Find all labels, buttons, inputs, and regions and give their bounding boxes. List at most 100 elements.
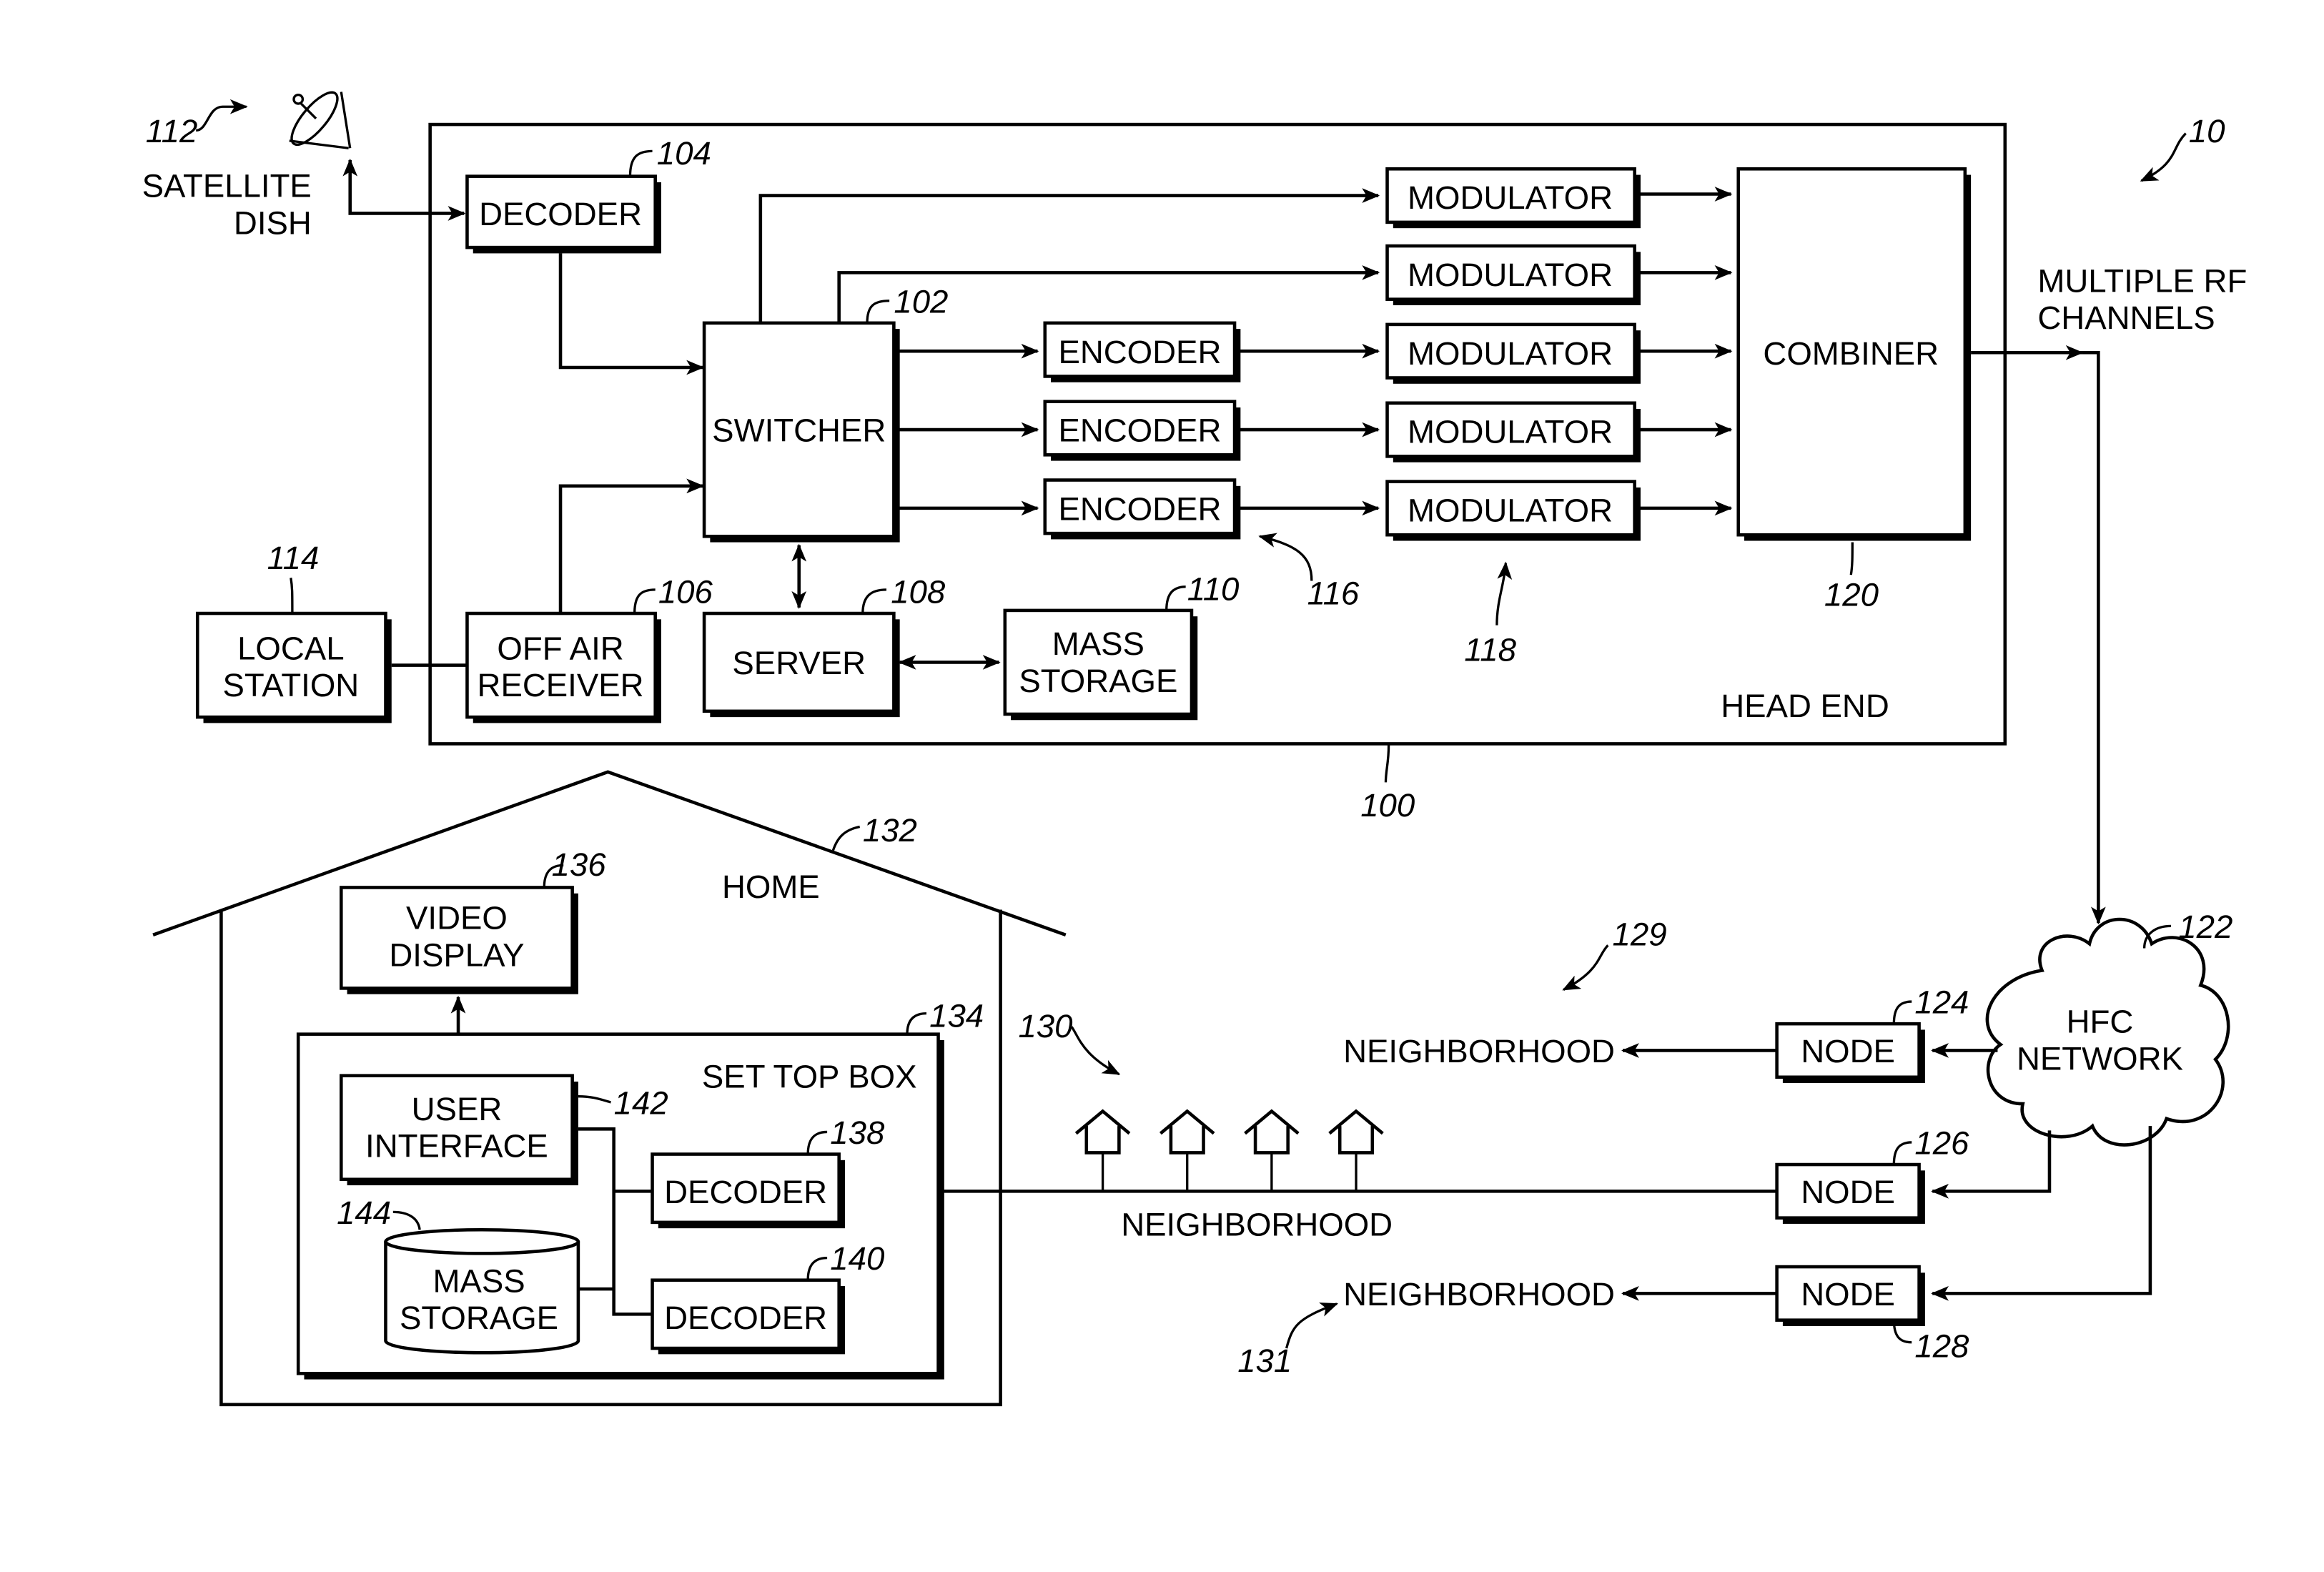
neighborhood-129: NEIGHBORHOOD 129 [1343,916,1777,1069]
hfc-network: HFC NETWORK 122 [1985,909,2232,1147]
decoder-ref: 140 [830,1240,884,1277]
mass-storage-ref: 110 [1187,570,1240,607]
home-label: HOME [722,869,820,905]
neighborhood-130: 130 NEIGHBORHOOD [1018,1008,1393,1243]
decoder-label: DECODER [479,196,642,232]
node-label: NODE [1801,1276,1895,1313]
modulator-label: MODULATOR [1408,493,1613,529]
encoder: ENCODER [1043,321,1241,382]
modulator: MODULATOR [1385,401,1641,463]
server-label: SERVER [732,645,866,681]
mass-storage-line1: MASS [1052,626,1144,662]
video-display-ref: 136 [552,846,607,883]
hfc-network-ref: 122 [2178,909,2232,945]
server-ref: 108 [891,574,946,610]
satellite-dish-line1: SATELLITE [142,168,312,204]
mass-storage-line2: STORAGE [400,1300,558,1336]
node-124: NODE 124 [1775,984,1969,1084]
modulator-label: MODULATOR [1408,335,1613,372]
modulator: MODULATOR [1385,480,1641,541]
rf-to-hfc-connector [2082,350,2106,925]
home-ref: 132 [863,812,917,849]
user-interface-ref: 142 [614,1085,668,1122]
house-icon [1159,1109,1215,1192]
encoder: ENCODER [1043,400,1241,461]
local-station: LOCAL STATION 114 [195,540,392,723]
encoder: ENCODER [1043,478,1241,540]
modulator-group-ref: 118 [1464,631,1516,668]
node-ref: 124 [1914,984,1969,1021]
modulator: MODULATOR [1385,322,1641,384]
modulator: MODULATOR [1385,167,1641,229]
neighborhood-label: NEIGHBORHOOD [1121,1207,1393,1243]
satellite-dish: 112 SATELLITE DISH [142,91,466,241]
home-roof [152,770,1067,936]
leader-arrow-icon [1562,944,1609,991]
neighborhood-ref: 131 [1237,1343,1292,1379]
decoder-label: DECODER [664,1300,827,1336]
set-top-box-ref: 134 [929,997,984,1034]
combiner-ref: 120 [1824,577,1879,613]
neighborhood-label: NEIGHBORHOOD [1343,1033,1615,1069]
neighborhood-ref: 130 [1018,1008,1072,1044]
rf-output-line1: MULTIPLE RF [2037,262,2247,299]
video-display-line2: DISPLAY [389,936,524,973]
satellite-dish-line2: DISH [234,204,312,241]
modulator-label: MODULATOR [1408,179,1613,216]
encoder-group-ref: 116 [1307,575,1360,612]
switcher-label: SWITCHER [712,412,886,449]
hfc-network-line1: HFC [2067,1004,2134,1040]
local-station-ref: 114 [267,540,320,576]
modulator: MODULATOR [1385,244,1641,305]
decoder-ref: 138 [830,1114,885,1151]
leader-line [290,578,294,614]
neighborhood-label: NEIGHBORHOOD [1343,1276,1615,1313]
rf-output-line2: CHANNELS [2037,300,2215,336]
leader-arrow-icon [1070,1026,1121,1076]
head-end-ref: 100 [1360,787,1415,824]
modulator-label: MODULATOR [1408,257,1613,293]
head-end-label: HEAD END [1721,688,1889,724]
house-icon [1074,1109,1131,1192]
node-ref: 126 [1914,1125,1969,1162]
modulator-label: MODULATOR [1408,414,1613,450]
leader-line [831,825,861,851]
encoder-label: ENCODER [1058,490,1221,527]
node-ref: 128 [1914,1328,1969,1364]
set-top-box-label: SET TOP BOX [702,1058,917,1094]
satellite-dish-icon [289,91,352,149]
encoder-label: ENCODER [1058,412,1221,449]
neighborhood-131: NEIGHBORHOOD 131 [1237,1276,1777,1379]
mass-storage-ref: 144 [337,1195,391,1231]
figure-ref: 10 [2140,113,2225,182]
neighborhood-ref: 129 [1613,916,1667,952]
local-station-line2: STATION [222,667,359,703]
video-display-line1: VIDEO [406,900,508,936]
node-label: NODE [1801,1174,1895,1210]
leader-arrow-icon [195,99,248,132]
leader-arrow-icon [1285,1302,1339,1349]
satellite-dish-ref: 112 [146,113,198,149]
system-diagram: 10 HEAD END 100 112 SATELLITE DISH DECOD… [142,91,2247,1407]
house-icon [1244,1109,1300,1192]
node-label: NODE [1801,1033,1895,1069]
hfc-network-line2: NETWORK [2017,1040,2183,1077]
node-128: NODE 128 [1775,1265,1969,1364]
decoder-label: DECODER [664,1174,827,1210]
user-interface-line1: USER [412,1091,503,1127]
combiner-label: COMBINER [1763,335,1939,372]
decoder-ref: 104 [657,135,711,172]
mass-storage-line2: STORAGE [1019,663,1177,699]
ref-label: 10 [2189,113,2225,149]
off-air-receiver-ref: 106 [658,574,713,610]
mass-storage-line1: MASS [432,1262,525,1299]
house-icon [1328,1109,1384,1192]
node-126: NODE 126 [1775,1125,1969,1224]
leader-arrow-icon [2140,132,2187,182]
leader-line [1892,1000,1912,1024]
off-air-receiver-line2: RECEIVER [478,667,644,703]
leader-line [1384,745,1390,783]
local-station-line1: LOCAL [237,630,344,666]
leader-line [906,1012,927,1034]
user-interface-line2: INTERFACE [365,1128,548,1165]
